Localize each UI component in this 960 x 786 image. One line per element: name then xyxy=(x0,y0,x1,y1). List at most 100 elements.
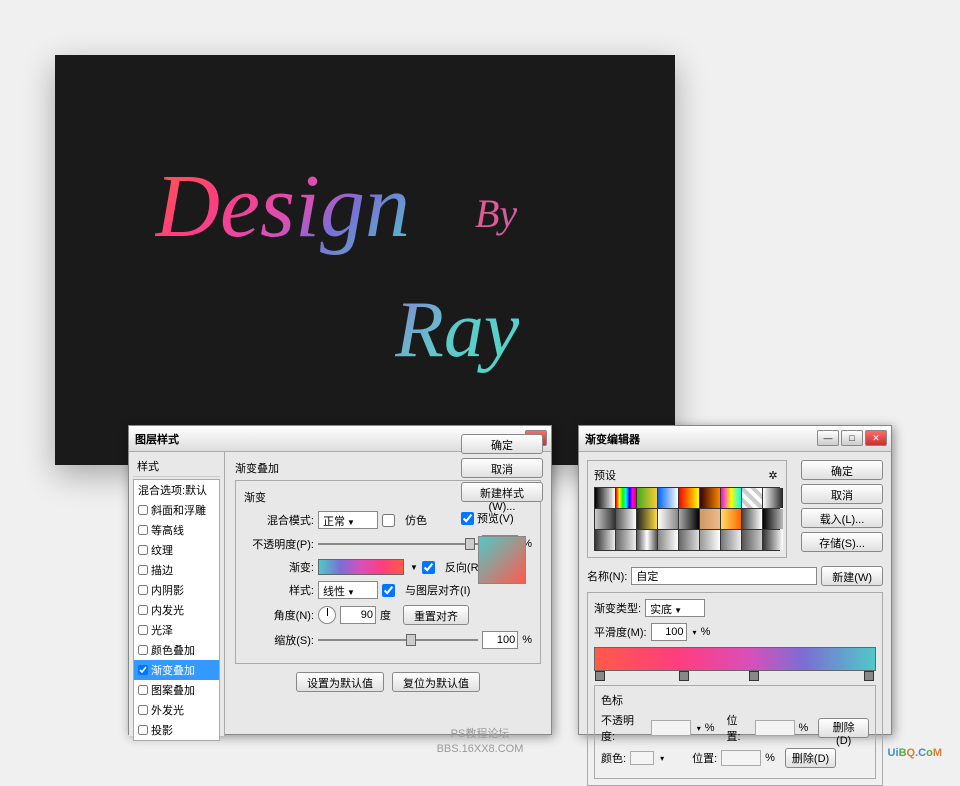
preset-swatch[interactable] xyxy=(721,530,741,550)
style-item[interactable]: 投影 xyxy=(134,720,219,740)
delete-stop-button[interactable]: 删除(D) xyxy=(785,748,836,768)
style-item[interactable]: 内发光 xyxy=(134,600,219,620)
stop-position-input[interactable] xyxy=(755,720,794,736)
style-item[interactable]: 纹理 xyxy=(134,540,219,560)
preset-swatch[interactable] xyxy=(595,509,615,529)
style-select[interactable]: 线性▼ xyxy=(318,581,378,599)
cancel-button[interactable]: 取消 xyxy=(801,484,883,504)
preset-swatch[interactable] xyxy=(679,488,699,508)
style-checkbox[interactable] xyxy=(138,665,148,675)
preset-swatch[interactable] xyxy=(721,488,741,508)
gradient-stop[interactable] xyxy=(595,671,605,681)
smoothness-input[interactable] xyxy=(651,623,687,641)
style-checkbox[interactable] xyxy=(138,685,148,695)
gradient-bar[interactable] xyxy=(594,647,876,671)
preset-swatch[interactable] xyxy=(637,530,657,550)
preset-swatch[interactable] xyxy=(700,488,720,508)
preset-swatch[interactable] xyxy=(616,530,636,550)
style-item[interactable]: 颜色叠加 xyxy=(134,640,219,660)
style-checkbox[interactable] xyxy=(138,585,148,595)
align-checkbox[interactable] xyxy=(382,584,395,597)
load-button[interactable]: 载入(L)... xyxy=(801,508,883,528)
close-icon[interactable]: ✕ xyxy=(865,430,887,446)
style-item[interactable]: 外发光 xyxy=(134,700,219,720)
new-button[interactable]: 新建(W) xyxy=(821,566,883,586)
preset-swatch[interactable] xyxy=(595,530,615,550)
preset-swatch[interactable] xyxy=(616,488,636,508)
ok-button[interactable]: 确定 xyxy=(801,460,883,480)
preset-swatch[interactable] xyxy=(679,530,699,550)
gradient-type-select[interactable]: 实底▼ xyxy=(645,599,705,617)
preset-swatch[interactable] xyxy=(721,509,741,529)
chevron-down-icon[interactable]: ▾ xyxy=(693,628,697,637)
stop-color-well[interactable] xyxy=(630,751,654,765)
angle-dial[interactable] xyxy=(318,606,336,624)
opacity-slider[interactable] xyxy=(318,537,478,551)
new-style-button[interactable]: 新建样式(W)... xyxy=(461,482,543,502)
reverse-checkbox[interactable] xyxy=(422,561,435,574)
ok-button[interactable]: 确定 xyxy=(461,434,543,454)
preset-swatch[interactable] xyxy=(700,530,720,550)
style-item[interactable]: 斜面和浮雕 xyxy=(134,500,219,520)
preset-swatch[interactable] xyxy=(658,530,678,550)
style-checkbox[interactable] xyxy=(138,605,148,615)
delete-stop-button[interactable]: 删除(D) xyxy=(818,718,869,738)
style-item[interactable]: 内阴影 xyxy=(134,580,219,600)
gradient-stop[interactable] xyxy=(864,671,874,681)
gradient-editor-titlebar[interactable]: 渐变编辑器 — □ ✕ xyxy=(579,426,891,452)
stop-position-input[interactable] xyxy=(721,750,761,766)
preview-swatch xyxy=(478,536,526,584)
preset-swatch[interactable] xyxy=(763,530,783,550)
preset-swatch[interactable] xyxy=(637,488,657,508)
preset-swatch[interactable] xyxy=(700,509,720,529)
preset-swatch[interactable] xyxy=(679,509,699,529)
style-item[interactable]: 图案叠加 xyxy=(134,680,219,700)
scale-slider[interactable] xyxy=(318,633,478,647)
make-default-button[interactable]: 设置为默认值 xyxy=(296,672,384,692)
style-item[interactable]: 渐变叠加 xyxy=(134,660,219,680)
dither-checkbox[interactable] xyxy=(382,514,395,527)
style-checkbox[interactable] xyxy=(138,625,148,635)
gradient-stop[interactable] xyxy=(749,671,759,681)
maximize-icon[interactable]: □ xyxy=(841,430,863,446)
preset-swatch[interactable] xyxy=(637,509,657,529)
reset-align-button[interactable]: 重置对齐 xyxy=(403,605,469,625)
preset-swatch[interactable] xyxy=(658,509,678,529)
style-checkbox[interactable] xyxy=(138,705,148,715)
style-checkbox[interactable] xyxy=(138,545,148,555)
preset-swatch[interactable] xyxy=(742,509,762,529)
reset-default-button[interactable]: 复位为默认值 xyxy=(392,672,480,692)
preset-swatch[interactable] xyxy=(616,509,636,529)
preset-swatch[interactable] xyxy=(742,530,762,550)
blend-mode-select[interactable]: 正常▼ xyxy=(318,511,378,529)
name-input[interactable] xyxy=(631,567,817,585)
stops-title: 色标 xyxy=(601,692,869,708)
chevron-down-icon[interactable]: ▼ xyxy=(410,563,418,572)
style-checkbox[interactable] xyxy=(138,505,148,515)
style-item[interactable]: 光泽 xyxy=(134,620,219,640)
style-blend-options[interactable]: 混合选项:默认 xyxy=(134,480,219,500)
dialog-buttons: 确定 取消 新建样式(W)... 预览(V) xyxy=(461,434,543,584)
cancel-button[interactable]: 取消 xyxy=(461,458,543,478)
preset-swatch[interactable] xyxy=(763,488,783,508)
style-checkbox[interactable] xyxy=(138,565,148,575)
style-item[interactable]: 描边 xyxy=(134,560,219,580)
scale-input[interactable] xyxy=(482,631,518,649)
gradient-preview[interactable] xyxy=(318,559,404,575)
style-checkbox[interactable] xyxy=(138,525,148,535)
angle-input[interactable] xyxy=(340,606,376,624)
preview-checkbox[interactable] xyxy=(461,512,474,525)
style-checkbox[interactable] xyxy=(138,645,148,655)
gradient-editor-title: 渐变编辑器 xyxy=(585,431,640,447)
stop-opacity-input[interactable] xyxy=(651,720,690,736)
preset-swatch[interactable] xyxy=(742,488,762,508)
style-checkbox[interactable] xyxy=(138,725,148,735)
preset-swatch[interactable] xyxy=(658,488,678,508)
preset-swatch[interactable] xyxy=(763,509,783,529)
minimize-icon[interactable]: — xyxy=(817,430,839,446)
gradient-stop[interactable] xyxy=(679,671,689,681)
save-button[interactable]: 存储(S)... xyxy=(801,532,883,552)
style-item[interactable]: 等高线 xyxy=(134,520,219,540)
preset-swatch[interactable] xyxy=(595,488,615,508)
gear-icon[interactable]: ✲ xyxy=(766,468,780,482)
